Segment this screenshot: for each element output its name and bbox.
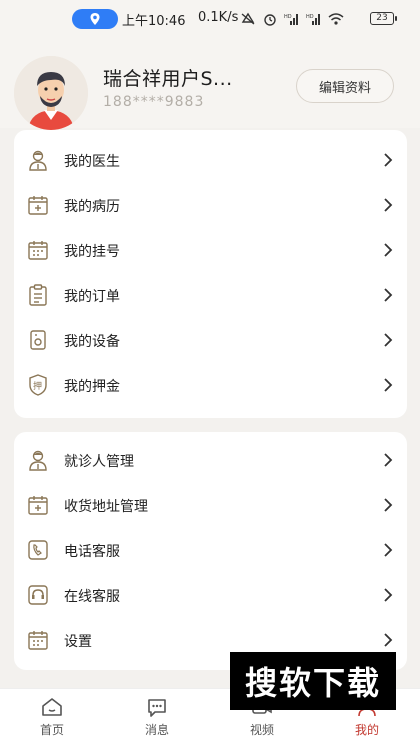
- menu-item-label: 我的订单: [64, 289, 120, 305]
- menu-item-phone-service[interactable]: 电话客服: [14, 530, 407, 570]
- status-time: 上午10:46: [122, 14, 186, 29]
- doctor-icon: [29, 150, 47, 171]
- location-pill: [72, 9, 118, 29]
- status-bar: 上午10:46 0.1K/s HD HD 23: [0, 0, 420, 36]
- avatar-illustration: [14, 56, 88, 130]
- status-icons: HD HD: [240, 9, 344, 29]
- menu-item-patient-management[interactable]: 就诊人管理: [14, 440, 407, 480]
- battery-indicator: 23: [370, 12, 397, 25]
- deposit-shield-icon: 押: [29, 374, 47, 396]
- location-icon: [90, 13, 100, 25]
- chevron-right-icon: [384, 498, 393, 512]
- phone-number: 188****9883: [103, 94, 205, 110]
- tab-label: 首页: [39, 723, 64, 737]
- menu-item-label: 我的设备: [64, 334, 120, 350]
- home-icon: [42, 698, 62, 716]
- chevron-right-icon: [384, 588, 393, 602]
- network-speed: 0.1K/s: [198, 10, 239, 25]
- svg-text:HD: HD: [284, 14, 292, 20]
- menu-item-address-management[interactable]: 收货地址管理: [14, 485, 407, 525]
- alarm-icon: [264, 14, 276, 26]
- profile-header: 瑞合祥用户S... 188****9883 编辑资料: [0, 36, 420, 130]
- tab-messages[interactable]: 消息: [127, 693, 187, 743]
- menu-card-secondary: 就诊人管理 收货地址管理 电话客服 在线客服 设置: [14, 432, 407, 670]
- headset-icon: [28, 585, 48, 605]
- address-icon: [28, 496, 48, 515]
- tab-home[interactable]: 首页: [22, 693, 82, 743]
- username: 瑞合祥用户S...: [103, 68, 233, 90]
- tab-label: 我的: [354, 723, 379, 737]
- chevron-right-icon: [384, 153, 393, 167]
- chevron-right-icon: [384, 378, 393, 392]
- chevron-right-icon: [384, 453, 393, 467]
- mute-icon: [241, 12, 255, 25]
- signal-hd-icon: HD: [284, 14, 298, 25]
- tab-label: 视频: [249, 723, 274, 737]
- menu-item-label: 设置: [64, 634, 92, 650]
- menu-item-registration[interactable]: 我的挂号: [14, 230, 407, 270]
- wifi-icon: [328, 13, 344, 25]
- menu-item-devices[interactable]: 我的设备: [14, 320, 407, 360]
- svg-text:押: 押: [33, 380, 42, 392]
- phone-icon: [28, 540, 48, 560]
- chevron-right-icon: [384, 288, 393, 302]
- menu-item-my-doctor[interactable]: 我的医生: [14, 140, 407, 180]
- menu-item-label: 在线客服: [64, 589, 120, 605]
- medical-record-icon: [28, 196, 48, 215]
- menu-item-label: 我的医生: [64, 154, 120, 170]
- device-icon: [30, 330, 46, 350]
- menu-item-label: 我的病历: [64, 199, 120, 215]
- chevron-right-icon: [384, 333, 393, 347]
- signal-hd-icon: HD: [306, 14, 320, 25]
- menu-item-deposit[interactable]: 押 我的押金: [14, 365, 407, 405]
- menu-item-label: 收货地址管理: [64, 499, 148, 515]
- menu-card-primary: 我的医生 我的病历 我的挂号 我的订单 我的设备 押 我的押金: [14, 130, 407, 418]
- avatar[interactable]: [14, 56, 88, 130]
- menu-item-label: 我的挂号: [64, 244, 120, 260]
- patient-icon: [29, 450, 47, 471]
- settings-calendar-icon: [28, 631, 48, 650]
- edit-profile-button[interactable]: 编辑资料: [296, 69, 394, 103]
- order-clipboard-icon: [29, 284, 47, 306]
- chevron-right-icon: [384, 243, 393, 257]
- chevron-right-icon: [384, 633, 393, 647]
- menu-item-label: 我的押金: [64, 379, 120, 395]
- menu-item-label: 就诊人管理: [64, 454, 134, 470]
- message-icon: [148, 699, 166, 717]
- tab-label: 消息: [144, 723, 169, 737]
- menu-item-orders[interactable]: 我的订单: [14, 275, 407, 315]
- registration-calendar-icon: [28, 241, 48, 260]
- menu-item-online-service[interactable]: 在线客服: [14, 575, 407, 615]
- svg-text:HD: HD: [306, 14, 314, 20]
- chevron-right-icon: [384, 543, 393, 557]
- watermark-badge: 搜软下载: [230, 652, 396, 710]
- menu-item-medical-record[interactable]: 我的病历: [14, 185, 407, 225]
- menu-item-label: 电话客服: [64, 544, 120, 560]
- chevron-right-icon: [384, 198, 393, 212]
